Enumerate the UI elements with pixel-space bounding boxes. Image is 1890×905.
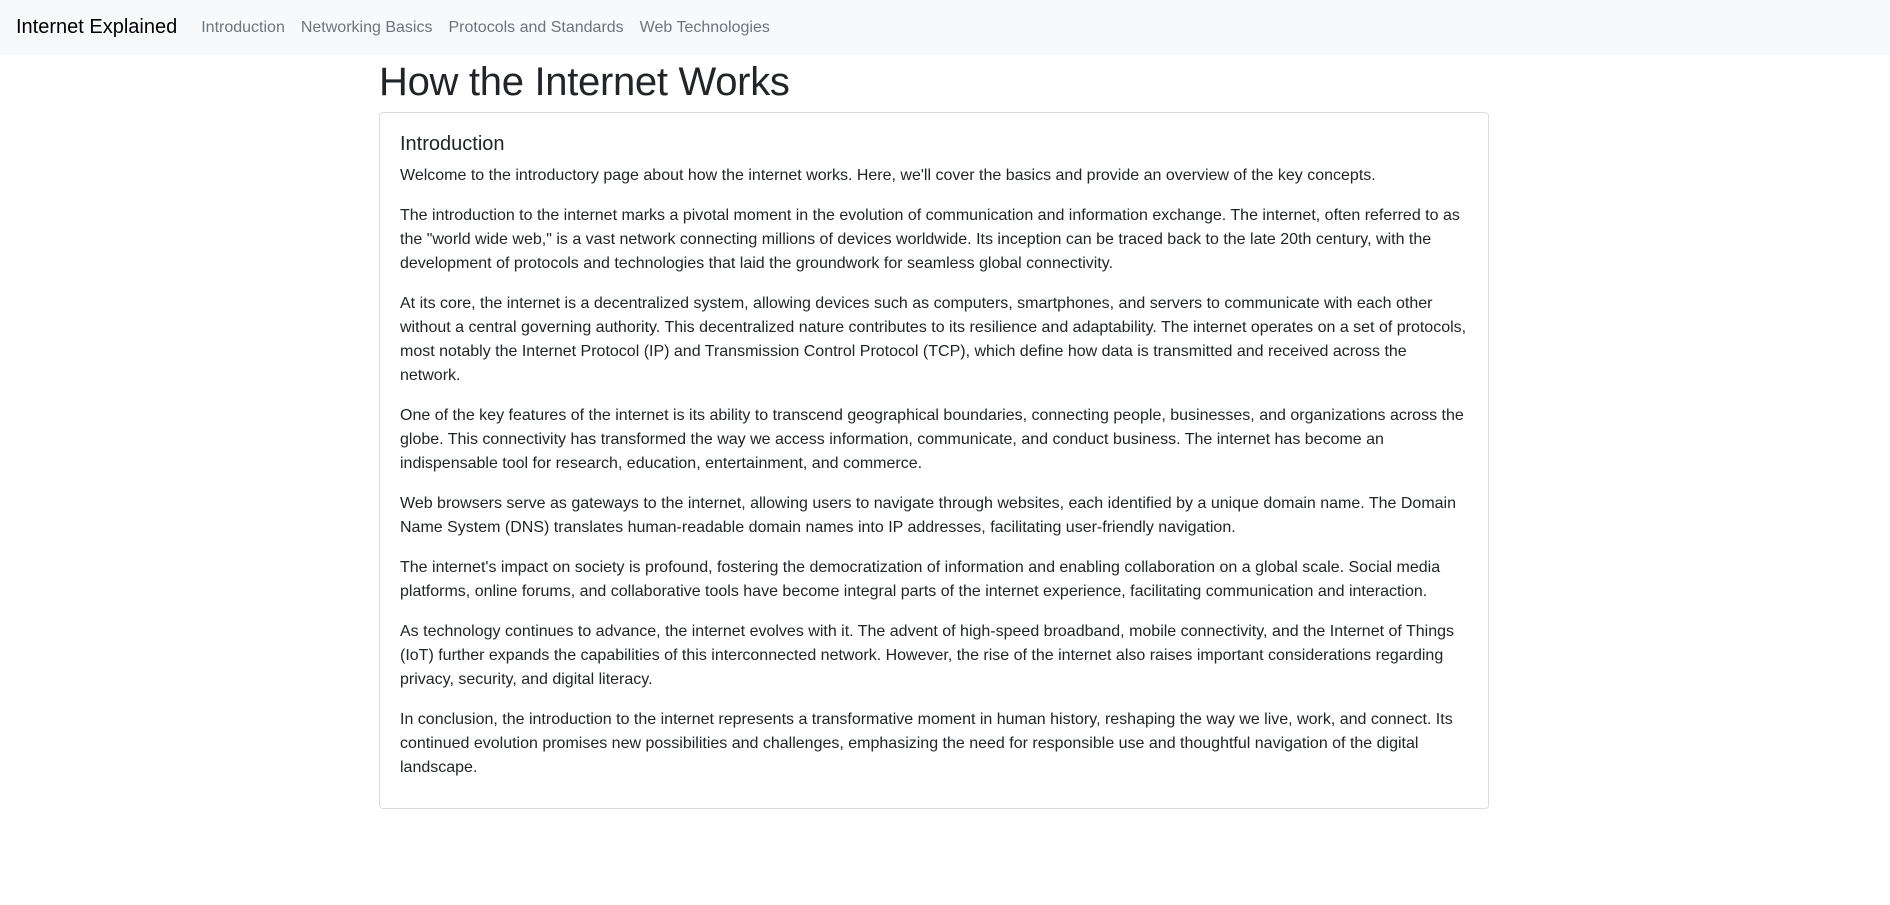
paragraph-introduction: The introduction to the internet marks a… <box>400 207 1460 272</box>
paragraph-welcome: Welcome to the introductory page about h… <box>400 167 1376 184</box>
paragraph-impact: The internet's impact on society is prof… <box>400 559 1441 600</box>
main-content: How the Internet Works Introduction Welc… <box>379 58 1489 809</box>
paragraph-technology: As technology continues to advance, the … <box>400 623 1454 688</box>
nav-link-protocols-and-standards[interactable]: Protocols and Standards <box>448 19 623 36</box>
nav-item-networking-basics: Networking Basics <box>301 19 449 37</box>
nav-links: Introduction Networking Basics Protocols… <box>201 19 786 37</box>
nav-link-networking-basics[interactable]: Networking Basics <box>301 19 433 36</box>
introduction-card: Introduction Welcome to the introductory… <box>379 112 1489 809</box>
nav-item-protocols-and-standards: Protocols and Standards <box>448 19 639 37</box>
paragraph-decentralized: At its core, the internet is a decentral… <box>400 295 1467 384</box>
navbar: Internet Explained Introduction Networki… <box>0 0 1890 55</box>
nav-link-web-technologies[interactable]: Web Technologies <box>640 19 770 36</box>
nav-item-web-technologies: Web Technologies <box>640 19 786 37</box>
paragraph-web-browsers: Web browsers serve as gateways to the in… <box>400 495 1457 536</box>
card-title: Introduction <box>400 133 505 155</box>
nav-item-introduction: Introduction <box>201 19 301 37</box>
nav-link-introduction[interactable]: Introduction <box>201 19 285 36</box>
page-title: How the Internet Works <box>379 60 790 104</box>
brand-link[interactable]: Internet Explained <box>16 16 177 39</box>
paragraph-connectivity: One of the key features of the internet … <box>400 407 1464 472</box>
paragraph-conclusion: In conclusion, the introduction to the i… <box>400 711 1453 776</box>
